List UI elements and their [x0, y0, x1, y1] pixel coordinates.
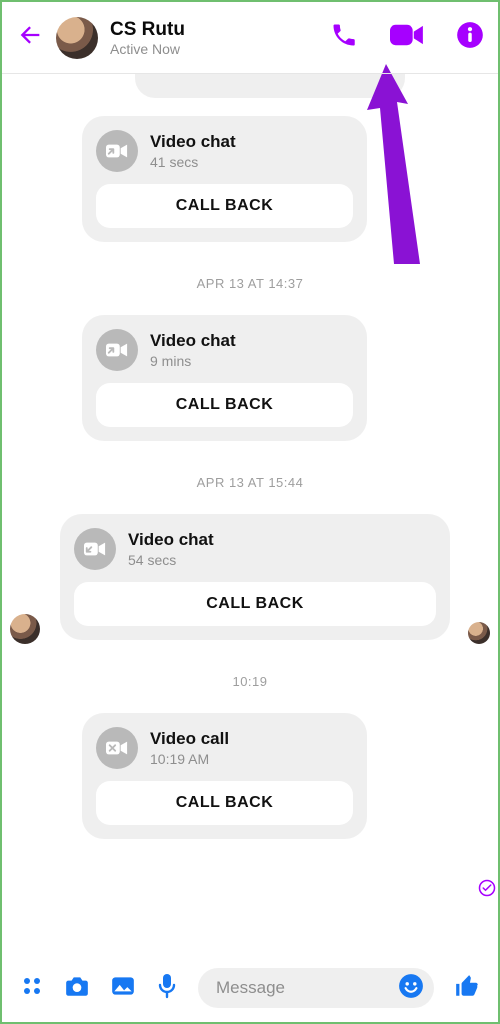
- video-icon[interactable]: [390, 21, 424, 54]
- call-card-head: Video chat 41 secs: [96, 130, 353, 172]
- title-block[interactable]: CS Rutu Active Now: [110, 19, 318, 57]
- chat-body: Video chat 41 secs CALL BACK APR 13 AT 1…: [2, 74, 498, 960]
- call-back-button[interactable]: CALL BACK: [74, 582, 436, 626]
- call-title: Video call: [150, 729, 229, 749]
- call-back-button[interactable]: CALL BACK: [96, 184, 353, 228]
- video-out-icon: [96, 329, 138, 371]
- call-title: Video chat: [150, 132, 236, 152]
- emoji-icon[interactable]: [398, 973, 424, 1004]
- back-arrow-icon[interactable]: [16, 21, 44, 54]
- call-card-head: Video chat 54 secs: [74, 528, 436, 570]
- message-placeholder: Message: [216, 978, 390, 998]
- apps-icon[interactable]: [20, 974, 44, 1003]
- call-card: Video chat 54 secs CALL BACK: [60, 514, 450, 640]
- call-title: Video chat: [150, 331, 236, 351]
- message-input[interactable]: Message: [198, 968, 434, 1008]
- timestamp: APR 13 AT 15:44: [14, 475, 486, 490]
- timestamp: APR 13 AT 14:37: [14, 276, 486, 291]
- video-missed-icon: [96, 727, 138, 769]
- chat-header: CS Rutu Active Now: [2, 2, 498, 74]
- call-time: 10:19 AM: [150, 751, 229, 767]
- phone-icon[interactable]: [330, 21, 358, 54]
- avatar[interactable]: [56, 17, 98, 59]
- call-card-head: Video chat 9 mins: [96, 329, 353, 371]
- call-back-button[interactable]: CALL BACK: [96, 383, 353, 427]
- like-icon[interactable]: [454, 973, 480, 1004]
- receiver-avatar[interactable]: [468, 622, 490, 644]
- composer-bar: Message: [2, 960, 498, 1022]
- delivered-check-icon: [478, 879, 496, 902]
- contact-status: Active Now: [110, 41, 318, 57]
- call-duration: 41 secs: [150, 154, 236, 170]
- call-duration: 54 secs: [128, 552, 214, 568]
- contact-name: CS Rutu: [110, 19, 318, 41]
- mic-icon[interactable]: [156, 973, 178, 1004]
- call-title: Video chat: [128, 530, 214, 550]
- timestamp: 10:19: [14, 674, 486, 689]
- info-icon[interactable]: [456, 21, 484, 54]
- call-card: Video chat 9 mins CALL BACK: [82, 315, 367, 441]
- sender-avatar[interactable]: [10, 614, 40, 644]
- app-screen: CS Rutu Active Now Video chat: [0, 0, 500, 1024]
- call-back-button[interactable]: CALL BACK: [96, 781, 353, 825]
- call-card: Video call 10:19 AM CALL BACK: [82, 713, 367, 839]
- call-card-head: Video call 10:19 AM: [96, 727, 353, 769]
- video-out-icon: [96, 130, 138, 172]
- camera-icon[interactable]: [64, 974, 90, 1003]
- call-card: Video chat 41 secs CALL BACK: [82, 116, 367, 242]
- video-in-icon: [74, 528, 116, 570]
- call-duration: 9 mins: [150, 353, 236, 369]
- call-row: Video chat 54 secs CALL BACK: [14, 514, 486, 640]
- prev-card-peek: [135, 74, 405, 98]
- gallery-icon[interactable]: [110, 974, 136, 1003]
